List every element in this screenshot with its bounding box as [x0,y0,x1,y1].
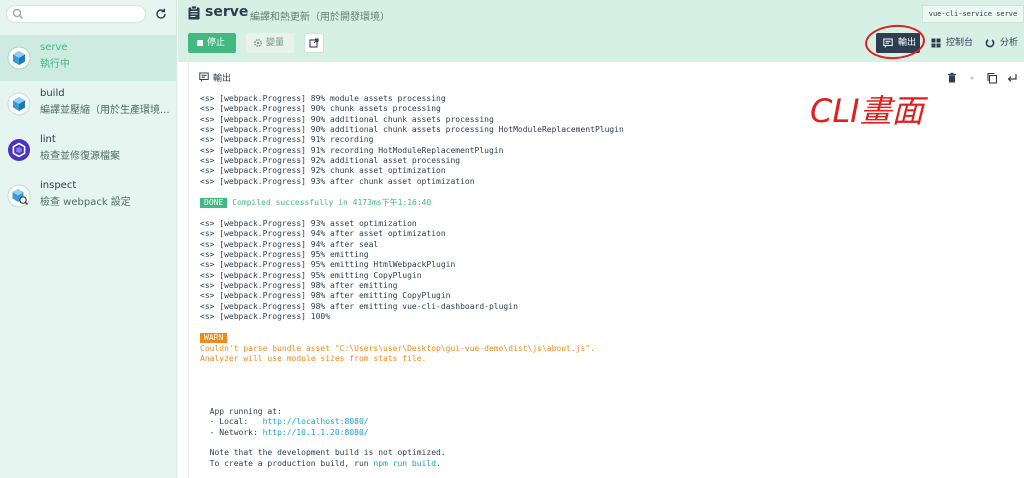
local-url-line: - Local: http://localhost:8080/ [200,417,369,427]
parameters-button[interactable]: 變量 [246,33,294,53]
search-row [6,5,171,23]
task-title: serve [205,4,249,20]
task-item-serve[interactable]: serve 執行中 [0,35,176,81]
log-line: <s> [webpack.Progress] 92% chunk asset o… [200,166,446,176]
dashboard-tab-label: 控制台 [946,38,974,48]
gear-icon [254,39,262,47]
task-desc: 檢查 webpack 設定 [40,197,131,208]
serve-task-icon [7,46,31,70]
log-line: <s> [webpack.Progress] 94% after seal [200,239,379,249]
network-url-link[interactable]: http://10.1.1.20:8080/ [263,428,369,437]
analyze-icon [985,38,995,48]
note-prefix: To create a production build, run [200,459,374,468]
log-line: <s> [webpack.Progress] 98% after emittin… [200,301,518,311]
task-name: inspect [40,180,77,191]
done-text: Compiled successfully in 4173ms下午1:16:40 [232,198,432,207]
dashboard-icon [931,38,941,48]
log-line: <s> [webpack.Progress] 90% chunk assets … [200,104,441,114]
local-url-link[interactable]: http://localhost:8080/ [263,417,369,426]
analyze-tab-label: 分析 [1000,38,1019,48]
network-label: - Network: [200,428,263,437]
external-link-icon [309,38,319,48]
log-line: <s> [webpack.Progress] 94% after asset o… [200,229,446,239]
eslint-icon [8,139,30,161]
note-line-1: Note that the development build is not o… [200,448,446,457]
warn-message-line-1: Couldn't parse bundle asset "C:\Users\us… [200,344,595,353]
panel-title-label: 輸出 [213,74,232,84]
log-line: <s> [webpack.Progress] 93% asset optimiz… [200,219,417,228]
stop-icon [197,40,203,46]
build-command: npm run build [373,459,437,468]
clipboard-icon [188,6,200,20]
log-line: <s> [webpack.Progress] 95% emitting Html… [200,260,456,270]
inspect-task-icon [7,184,31,208]
log-line: <s> [webpack.Progress] 100% [200,312,331,322]
log-line: <s> [webpack.Progress] 91% recording Hot… [200,145,504,155]
note-suffix: . [436,459,441,468]
task-name: lint [40,134,56,145]
task-desc: 執行中 [40,59,70,70]
wrap-icon[interactable] [1006,72,1018,84]
dashboard-tab-button[interactable]: 控制台 [929,33,975,53]
parameters-label: 變量 [266,38,285,48]
output-icon [199,72,209,82]
search-input[interactable] [27,7,142,21]
sidebar: serve 執行中 build 編譯並壓縮（用於生產環境... lint 檢查並… [0,0,177,478]
search-box[interactable] [6,5,146,23]
task-item-build[interactable]: build 編譯並壓縮（用於生產環境... [0,81,176,127]
stop-label: 停止 [207,38,226,48]
open-external-button[interactable] [304,33,324,53]
local-label: - Local: [200,417,263,426]
handwritten-annotation: CLI畫面 [810,92,924,130]
log-line: <s> [webpack.Progress] 90% additional ch… [200,114,494,124]
warn-message-line-2: Analyzer will use module sizes from stat… [200,354,427,363]
task-name: build [40,88,65,99]
network-url-line: - Network: http://10.1.1.20:8080/ [200,428,369,438]
analyze-tab-button[interactable]: 分析 [983,33,1023,53]
command-pill: vue-cli-service serve [922,5,1024,23]
done-badge: DONE [200,198,228,208]
warn-line: WARN [200,333,228,343]
log-line: <s> [webpack.Progress] 98% after emittin… [200,291,451,301]
log-line: <s> [webpack.Progress] 89% module assets… [200,94,446,103]
note-line-2: To create a production build, run npm ru… [200,459,441,469]
log-line: <s> [webpack.Progress] 92% additional as… [200,156,461,166]
copy-icon[interactable] [986,72,998,84]
search-icon [12,8,23,19]
log-line: <s> [webpack.Progress] 91% recording [200,135,374,145]
stop-button[interactable]: 停止 [188,33,236,53]
trash-icon[interactable] [946,72,958,84]
build-task-icon [7,92,31,116]
log-line: <s> [webpack.Progress] 95% emitting Copy… [200,270,422,280]
log-line: <s> [webpack.Progress] 93% after chunk a… [200,176,475,186]
task-subtitle: 編譯和熱更新（用於開發環境） [250,12,390,23]
log-line: <s> [webpack.Progress] 95% emitting [200,250,369,260]
app-running-line: App running at: [200,407,282,416]
done-line: DONE Compiled successfully in 4173ms下午1:1… [200,198,431,208]
task-name: serve [40,42,68,53]
scroll-dot-icon[interactable] [966,72,978,84]
refresh-icon[interactable] [154,7,168,21]
warn-badge: WARN [200,333,228,343]
task-desc: 編譯並壓縮（用於生產環境... [40,105,170,116]
task-desc: 檢查並修復源檔案 [40,151,120,162]
log-line: <s> [webpack.Progress] 90% additional ch… [200,125,624,135]
task-item-inspect[interactable]: inspect 檢查 webpack 設定 [0,173,176,219]
log-line: <s> [webpack.Progress] 98% after emittin… [200,281,398,291]
task-item-lint[interactable]: lint 檢查並修復源檔案 [0,127,176,173]
